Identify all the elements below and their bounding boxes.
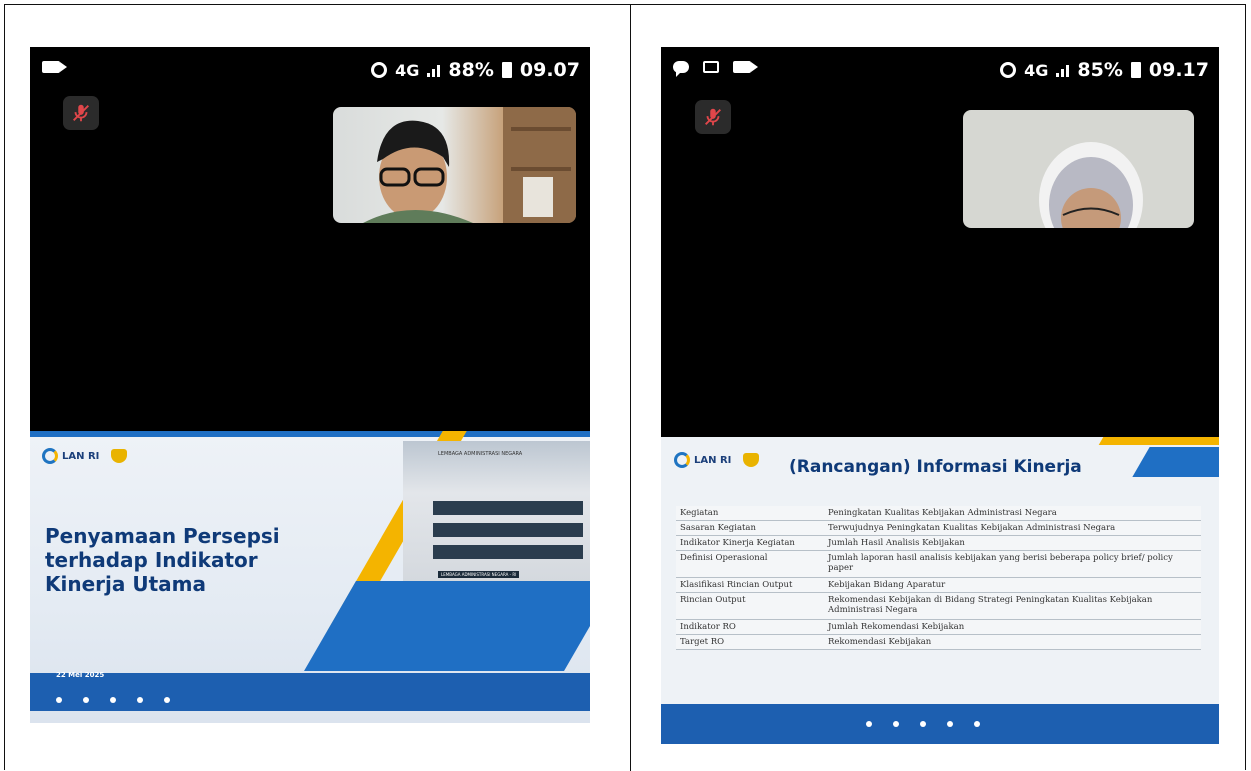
clock: 09.07 bbox=[519, 59, 580, 81]
row-value: Jumlah Hasil Analisis Kebijakan bbox=[824, 535, 1201, 551]
row-key: Target RO bbox=[676, 634, 824, 650]
network-type: 4G bbox=[1024, 60, 1049, 80]
table-row: Kegiatan Peningkatan Kualitas Kebijakan A… bbox=[676, 506, 1201, 521]
signal-icon bbox=[427, 63, 441, 77]
row-key: Klasifikasi Rincian Output bbox=[676, 577, 824, 593]
camera-icon bbox=[733, 61, 758, 73]
participant-video-tile[interactable] bbox=[333, 107, 576, 223]
collage-divider bbox=[630, 4, 631, 771]
battery-icon bbox=[501, 62, 512, 78]
battery-icon bbox=[1130, 62, 1141, 78]
lan-ri-logo: LAN RI bbox=[42, 448, 128, 464]
slide-blue-shape bbox=[1132, 447, 1219, 477]
camera-icon bbox=[42, 61, 67, 73]
row-value: Kebijakan Bidang Aparatur bbox=[824, 577, 1201, 593]
row-key: Indikator RO bbox=[676, 619, 824, 635]
mute-button[interactable] bbox=[695, 100, 731, 134]
network-type: 4G bbox=[395, 60, 420, 80]
building-sign: LEMBAGA ADMINISTRASI NEGARA bbox=[438, 451, 523, 457]
row-key: Kegiatan bbox=[676, 506, 824, 521]
row-key: Indikator Kinerja Kegiatan bbox=[676, 535, 824, 551]
logo-text: LAN RI bbox=[62, 450, 100, 462]
social-links bbox=[56, 697, 173, 703]
row-value: Jumlah Rekomendasi Kebijakan bbox=[824, 619, 1201, 635]
battery-percent: 85% bbox=[1077, 59, 1123, 81]
sync-icon bbox=[1000, 62, 1017, 78]
slide-date: 22 Mei 2025 bbox=[56, 671, 105, 679]
table-row: Definisi Operasional Jumlah laporan hasil… bbox=[676, 550, 1201, 578]
slide-title-line: terhadap Indikator bbox=[45, 548, 258, 572]
table-row: Klasifikasi Rincian Output Kebijakan Bida… bbox=[676, 577, 1201, 593]
slide-footer bbox=[30, 673, 590, 711]
mute-button[interactable] bbox=[63, 96, 99, 130]
logo-text: LAN RI bbox=[694, 454, 732, 466]
table-row: Rincian Output Rekomendasi Kebijakan di B… bbox=[676, 592, 1201, 620]
phone-screenshot-left: 4G 88% 09.07 LAN RI LEMBAGA ADMINISTRASI… bbox=[30, 47, 590, 723]
row-value: Rekomendasi Kebijakan bbox=[824, 634, 1201, 650]
slide-title: Penyamaan Persepsi terhadap Indikator Ki… bbox=[45, 524, 305, 596]
chat-icon bbox=[673, 61, 689, 77]
participant-image bbox=[1039, 142, 1143, 228]
participant-image bbox=[363, 107, 576, 223]
building-sign-2: LEMBAGA ADMINISTRASI NEGARA - RI bbox=[438, 571, 520, 578]
emblem-icon bbox=[111, 449, 128, 463]
slide-blue-shape bbox=[304, 581, 590, 671]
table-row: Indikator RO Jumlah Rekomendasi Kebijakan bbox=[676, 619, 1201, 635]
row-value: Peningkatan Kualitas Kebijakan Administr… bbox=[824, 506, 1201, 521]
emblem-icon bbox=[743, 453, 760, 467]
battery-percent: 88% bbox=[448, 59, 494, 81]
gallery-icon bbox=[703, 61, 719, 73]
slide-yellow-stripe bbox=[1098, 437, 1219, 445]
status-bar: 4G 88% 09.07 bbox=[30, 59, 590, 85]
row-value: Rekomendasi Kebijakan di Bidang Strategi… bbox=[824, 592, 1201, 620]
row-key: Sasaran Kegiatan bbox=[676, 520, 824, 536]
status-bar: 4G 85% 09.17 bbox=[661, 59, 1219, 85]
phone-screenshot-right: 4G 85% 09.17 LAN RI (Rancangan) Informas… bbox=[661, 47, 1219, 744]
slide-top-stripe bbox=[30, 431, 590, 437]
slide-title-line: Kinerja Utama bbox=[45, 572, 206, 596]
mic-off-icon bbox=[73, 104, 89, 122]
shared-slide: LAN RI LEMBAGA ADMINISTRASI NEGARA LEMBA… bbox=[30, 431, 590, 723]
mic-off-icon bbox=[705, 108, 721, 126]
table-row: Sasaran Kegiatan Terwujudnya Peningkatan … bbox=[676, 520, 1201, 536]
social-links bbox=[866, 721, 983, 727]
participant-video-tile[interactable] bbox=[963, 110, 1194, 228]
table-row: Target RO Rekomendasi Kebijakan bbox=[676, 634, 1201, 650]
slide-title: (Rancangan) Informasi Kinerja bbox=[789, 457, 1082, 477]
row-value: Terwujudnya Peningkatan Kualitas Kebijak… bbox=[824, 520, 1201, 536]
row-key: Definisi Operasional bbox=[676, 550, 824, 578]
signal-icon bbox=[1056, 63, 1070, 77]
shared-slide: LAN RI (Rancangan) Informasi Kinerja Keg… bbox=[661, 437, 1219, 744]
clock: 09.17 bbox=[1148, 59, 1209, 81]
slide-title-line: Penyamaan Persepsi bbox=[45, 524, 280, 548]
table-row: Indikator Kinerja Kegiatan Jumlah Hasil A… bbox=[676, 535, 1201, 551]
kinerja-table: Kegiatan Peningkatan Kualitas Kebijakan A… bbox=[676, 506, 1201, 650]
lan-ri-logo: LAN RI bbox=[674, 452, 760, 468]
row-value: Jumlah laporan hasil analisis kebijakan … bbox=[824, 550, 1201, 578]
sync-icon bbox=[371, 62, 388, 78]
row-key: Rincian Output bbox=[676, 592, 824, 620]
